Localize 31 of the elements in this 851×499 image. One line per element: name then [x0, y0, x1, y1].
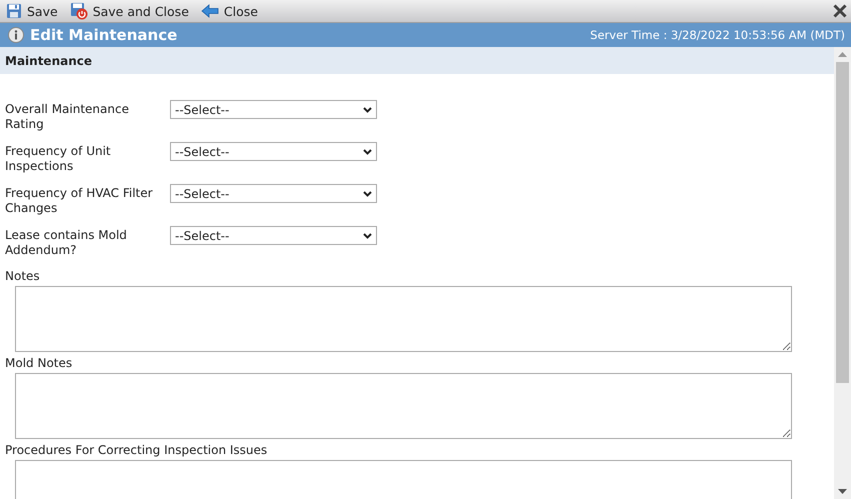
scroll-down-icon[interactable] — [838, 489, 847, 494]
save-button[interactable]: Save — [4, 1, 60, 21]
field-label: Lease contains Mold Addendum? — [5, 227, 128, 258]
info-icon — [8, 27, 24, 43]
select-dropdown[interactable]: --Select-- — [170, 142, 377, 161]
text-area[interactable] — [15, 286, 792, 352]
chevron-icon — [363, 148, 372, 154]
select-dropdown[interactable]: --Select-- — [170, 184, 377, 203]
chevron-icon — [363, 232, 372, 238]
field-label: Frequency of Unit Inspections — [5, 143, 112, 174]
close-button[interactable]: Close — [198, 1, 260, 21]
server-time: Server Time : 3/28/2022 10:53:56 AM (MDT) — [590, 28, 845, 42]
scrollbar[interactable] — [834, 47, 851, 499]
field-label: Procedures For Correcting Inspection Issues — [5, 443, 268, 458]
text-area[interactable] — [15, 373, 792, 439]
field-label: Notes — [5, 269, 41, 284]
chevron-icon — [363, 106, 372, 112]
section-header: Maintenance — [0, 47, 834, 74]
field-label: Overall Maintenance Rating — [5, 101, 130, 132]
field-label: Mold Notes — [5, 356, 74, 371]
dialog-title: Edit Maintenance — [30, 26, 178, 44]
scroll-up-icon[interactable] — [838, 52, 847, 57]
scrollbar-thumb[interactable] — [836, 62, 849, 383]
close-icon[interactable] — [833, 4, 847, 18]
chevron-icon — [363, 190, 372, 196]
save-and-close-button[interactable]: Save and Close — [68, 1, 191, 21]
field-label: Frequency of HVAC Filter Changes — [5, 185, 154, 216]
select-dropdown[interactable]: --Select-- — [170, 226, 377, 245]
left-arrow-icon — [200, 4, 219, 18]
floppy-disk-icon — [70, 2, 88, 20]
select-dropdown[interactable]: --Select-- — [170, 100, 377, 119]
